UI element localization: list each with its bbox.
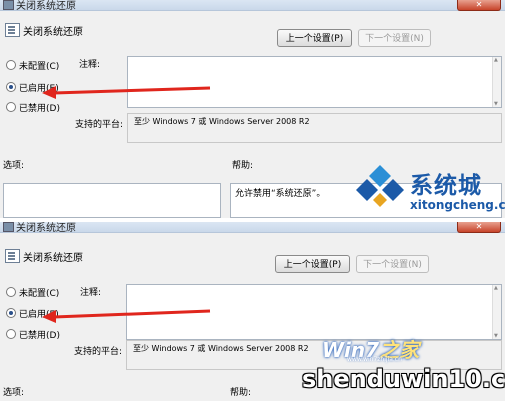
radio-not-configured[interactable]: 未配置(C) [6,286,59,299]
supported-label: 支持的平台: [74,347,123,357]
policy-dialog-bottom: 关闭系统还原 ✕ 关闭系统还原 上一个设置(P) 下一个设置(N) 未配置(C)… [0,222,505,401]
policy-title: 关闭系统还原 [23,27,83,38]
brand-watermark: 系统城 [410,172,482,199]
comment-scrollbar[interactable] [492,285,501,339]
window-icon [3,0,14,10]
radio-circle-selected [6,82,16,92]
shenduwin10-watermark: shenduwin10.com [302,365,505,393]
title-bar: 关闭系统还原 ✕ [0,0,505,12]
help-label: 帮助: [230,388,252,398]
options-pane [3,183,221,218]
radio-circle [6,60,16,70]
supported-platform-text: 至少 Windows 7 或 Windows Server 2008 R2 [134,117,310,126]
red-arrow [42,309,211,323]
help-text: 允许禁用“系统还原”。 [235,189,326,199]
radio-disabled[interactable]: 已禁用(D) [6,328,60,341]
options-label: 选项: [3,388,25,398]
policy-icon [5,249,20,263]
radio-disabled[interactable]: 已禁用(D) [6,101,60,114]
comment-label: 注释: [79,60,101,70]
radio-not-configured[interactable]: 未配置(C) [6,59,59,72]
next-setting-button[interactable]: 下一个设置(N) [356,255,429,273]
close-button[interactable]: ✕ [457,0,501,11]
xitongcheng-logo [356,165,404,207]
comment-scrollbar[interactable] [492,57,501,107]
radio-circle [6,102,16,112]
supported-label: 支持的平台: [75,120,124,130]
win7zhijia-url: www.win7zhijia.cn [347,356,402,363]
next-setting-button[interactable]: 下一个设置(N) [358,29,431,47]
window-title: 关闭系统还原 [16,1,76,12]
policy-dialog-top: 关闭系统还原 ✕ 关闭系统还原 上一个设置(P) 下一个设置(N) 未配置(C)… [0,0,505,218]
window-title: 关闭系统还原 [16,223,76,234]
comment-label: 注释: [80,288,102,298]
prev-setting-button[interactable]: 上一个设置(P) [275,255,350,273]
policy-icon [5,23,20,37]
close-button[interactable]: ✕ [457,222,501,233]
red-arrow [42,86,211,99]
policy-title: 关闭系统还原 [23,253,83,264]
supported-platform-text: 至少 Windows 7 或 Windows Server 2008 R2 [133,344,309,353]
radio-circle [6,329,16,339]
brand-url-watermark: xitongcheng.com [410,198,505,212]
prev-setting-button[interactable]: 上一个设置(P) [277,29,352,47]
supported-platform-box: 至少 Windows 7 或 Windows Server 2008 R2 [127,113,502,143]
options-label: 选项: [3,161,25,171]
window-icon [3,222,14,232]
radio-circle [6,287,16,297]
title-bar: 关闭系统还原 ✕ [0,222,505,234]
radio-circle-selected [6,308,16,318]
help-label: 帮助: [232,161,254,171]
